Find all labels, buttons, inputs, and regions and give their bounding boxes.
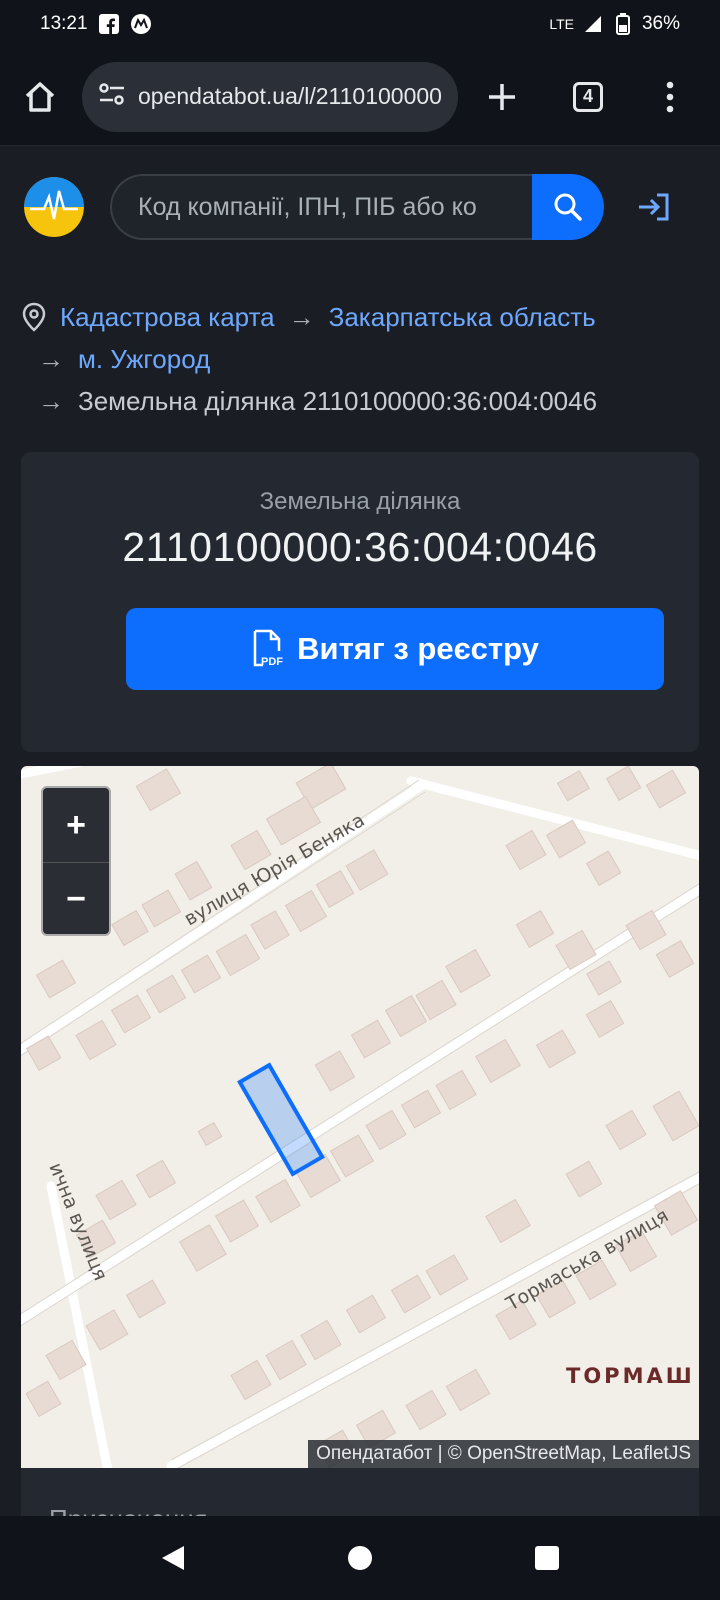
- system-nav-bar: [0, 1516, 720, 1600]
- browser-toolbar: opendatabot.ua/l/2110100000 4: [0, 48, 720, 146]
- site-settings-icon[interactable]: [98, 82, 126, 112]
- home-circle-icon: [347, 1546, 372, 1570]
- zoom-out-button[interactable]: −: [43, 862, 109, 934]
- search-button[interactable]: [532, 174, 604, 240]
- tabs-count: 4: [573, 81, 603, 112]
- registry-extract-label: Витяг з реєстру: [297, 631, 539, 666]
- recents-button[interactable]: [517, 1528, 577, 1588]
- back-button[interactable]: [143, 1528, 203, 1588]
- cadastral-map[interactable]: вулиця Юрія Беняка Тормаська вулиця ична…: [21, 766, 699, 1468]
- battery-icon: [612, 13, 634, 35]
- back-triangle-icon: [162, 1546, 185, 1570]
- login-icon: [639, 193, 669, 221]
- zoom-in-button[interactable]: +: [43, 788, 109, 862]
- district-label: ТОРМАШ: [566, 1364, 695, 1388]
- zoom-control: + −: [41, 786, 111, 936]
- network-type: LTE: [549, 16, 574, 32]
- url-text: opendatabot.ua/l/2110100000: [138, 83, 442, 109]
- more-vert-icon: [666, 81, 674, 112]
- search-input[interactable]: [110, 174, 532, 240]
- status-time: 13:21: [40, 13, 88, 34]
- svg-text:PDF: PDF: [261, 656, 283, 668]
- parcel-subtitle: Земельна ділянка: [259, 488, 461, 515]
- address-bar[interactable]: opendatabot.ua/l/2110100000: [82, 61, 458, 132]
- search-form: [110, 174, 604, 240]
- pdf-icon: PDF: [251, 629, 289, 669]
- breadcrumb-separator: →: [288, 302, 315, 332]
- battery-level: 36%: [641, 13, 680, 34]
- home-button[interactable]: [16, 73, 64, 121]
- home-nav-button[interactable]: [330, 1528, 390, 1588]
- new-tab-button[interactable]: [478, 73, 526, 121]
- breadcrumb-city[interactable]: м. Ужгород: [78, 338, 210, 380]
- menu-button[interactable]: [646, 73, 694, 121]
- motorola-icon: [130, 13, 152, 35]
- map-attribution[interactable]: Опендатабот | © OpenStreetMap, LeafletJS: [308, 1440, 699, 1468]
- map-tiles: вулиця Юрія Беняка Тормаська вулиця ична…: [21, 766, 699, 1468]
- facebook-icon: [98, 13, 120, 35]
- cadastral-number: 2110100000:36:004:0046: [122, 524, 598, 570]
- breadcrumb-separator: →: [38, 386, 64, 416]
- opendatabot-logo[interactable]: [24, 177, 84, 237]
- search-icon: [554, 193, 582, 221]
- breadcrumb-region[interactable]: Закарпатська область: [329, 296, 596, 338]
- breadcrumb: Кадастрова карта → Закарпатська область …: [22, 296, 702, 422]
- registry-extract-button[interactable]: PDF Витяг з реєстру: [126, 608, 664, 690]
- parcel-card: Земельна ділянка 2110100000:36:004:0046 …: [21, 452, 699, 752]
- breadcrumb-cadastral-map[interactable]: Кадастрова карта: [60, 296, 275, 338]
- site-header: [0, 146, 720, 268]
- login-button[interactable]: [634, 187, 674, 227]
- tabs-button[interactable]: 4: [564, 73, 612, 121]
- location-pin-icon: [22, 302, 46, 332]
- breadcrumb-current: Земельна ділянка 2110100000:36:004:0046: [78, 386, 598, 416]
- breadcrumb-separator: →: [38, 344, 64, 374]
- status-bar: 13:21 LTE 36%: [0, 0, 720, 48]
- signal-icon: [582, 13, 604, 35]
- recents-square-icon: [534, 1546, 559, 1570]
- home-icon: [25, 81, 55, 112]
- plus-icon: [489, 83, 515, 110]
